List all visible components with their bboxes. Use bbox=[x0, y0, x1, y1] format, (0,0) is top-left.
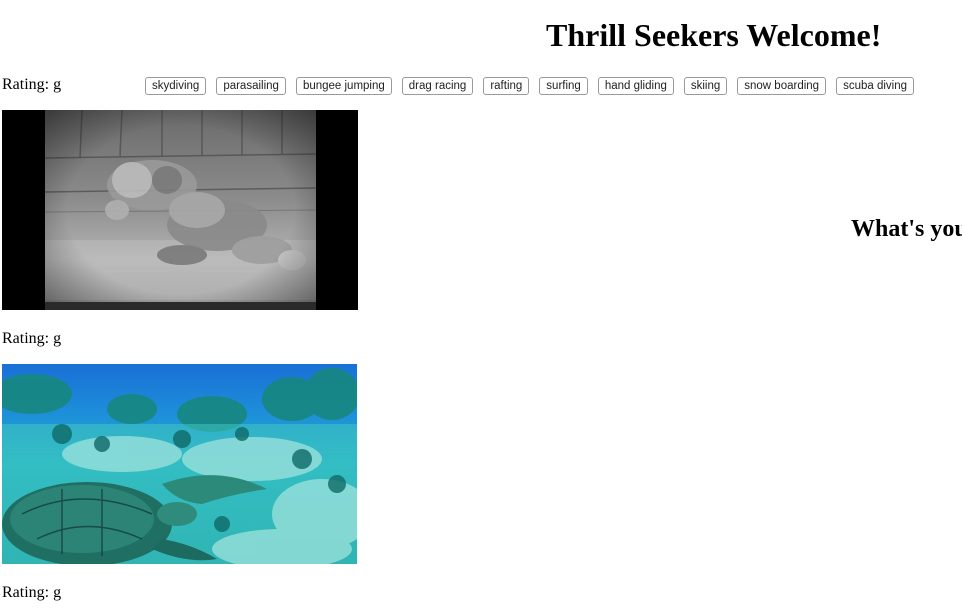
gif-image-diver[interactable] bbox=[2, 110, 358, 310]
topic-button-drag-racing[interactable]: drag racing bbox=[401, 77, 474, 95]
gif-rating: Rating: g bbox=[2, 584, 62, 601]
topic-button-rafting[interactable]: rafting bbox=[483, 77, 530, 95]
question-heading: What's you bbox=[851, 216, 962, 242]
page-title: Thrill Seekers Welcome! bbox=[546, 17, 882, 53]
topic-button-bar: skydiving parasailing bungee jumping dra… bbox=[145, 77, 915, 95]
gif-rating: Rating: g bbox=[2, 76, 62, 93]
topic-button-surfing[interactable]: surfing bbox=[539, 77, 588, 95]
topic-button-hand-gliding[interactable]: hand gliding bbox=[597, 77, 674, 95]
diver-gif-picture bbox=[2, 110, 358, 310]
topic-button-scuba-diving[interactable]: scuba diving bbox=[836, 77, 915, 95]
topic-button-skiing[interactable]: skiing bbox=[683, 77, 728, 95]
topic-button-skydiving[interactable]: skydiving bbox=[145, 77, 207, 95]
gif-rating: Rating: g bbox=[2, 330, 62, 347]
topic-button-bungee-jumping[interactable]: bungee jumping bbox=[295, 77, 392, 95]
page: Thrill Seekers Welcome! Rating: g skydiv… bbox=[0, 0, 962, 614]
gif-image-sea-turtle[interactable] bbox=[2, 364, 357, 564]
sea-turtle-gif-picture bbox=[2, 364, 357, 564]
topic-button-parasailing[interactable]: parasailing bbox=[216, 77, 286, 95]
topic-button-snow-boarding[interactable]: snow boarding bbox=[737, 77, 827, 95]
